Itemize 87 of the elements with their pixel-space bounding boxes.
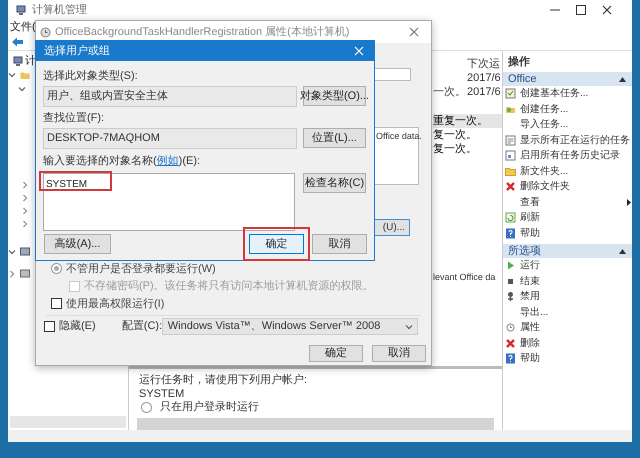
dialog-title: 选择用户或组: [44, 44, 111, 59]
action-item[interactable]: 帮助: [503, 226, 632, 241]
table-cell-text: 2017/6: [467, 84, 501, 100]
account-name: SYSTEM: [138, 387, 186, 400]
delete-icon: [505, 338, 516, 349]
dropdown[interactable]: Windows Vista™、Windows Server™ 2008: [162, 318, 418, 335]
dialog-button[interactable]: 取消: [312, 234, 367, 254]
device-icon: [20, 247, 30, 257]
checkbox[interactable]: [44, 321, 55, 332]
dialog-button[interactable]: 确定: [309, 345, 363, 362]
section-title: 所选项: [508, 244, 542, 259]
dialog-button[interactable]: 高级(A)...: [44, 234, 111, 254]
close-icon: [602, 5, 612, 15]
action-item[interactable]: 导入任务...: [503, 117, 632, 132]
action-item[interactable]: 显示所有正在运行的任务: [503, 132, 632, 148]
dialog-button[interactable]: 位置(L)...: [303, 128, 366, 148]
collapse-icon[interactable]: [619, 76, 626, 82]
option-label: 不存储密码(P)。该任务将只有访问本地计算机资源的权限。: [84, 278, 374, 294]
close-icon: [409, 27, 419, 37]
example-link[interactable]: 例如: [156, 152, 179, 170]
play-icon: [505, 260, 516, 272]
list-row[interactable]: 复一次。: [433, 142, 502, 156]
dialog-title: OfficeBackgroundTaskHandlerRegistration 属性(本地计算机): [55, 24, 350, 40]
task-icon: [505, 88, 516, 100]
list-row[interactable]: 重复一次。: [433, 114, 502, 128]
action-item[interactable]: 帮助: [503, 351, 632, 366]
chevron-down-icon: [405, 322, 413, 330]
action-item[interactable]: 新文件夹...: [503, 164, 632, 179]
dialog-button[interactable]: 检查名称(C): [303, 173, 366, 193]
folder-icon: [20, 70, 30, 80]
menu-item[interactable]: 文件(: [10, 18, 36, 36]
option-label: 不管用户是否登录都要运行(W): [66, 262, 216, 276]
label-text: 运行任务时，请使用下列用户帐户:: [138, 372, 308, 386]
text-field[interactable]: 用户、组或内置安全主体: [43, 86, 297, 107]
close-button[interactable]: [352, 44, 366, 58]
tree-item[interactable]: 计: [25, 52, 36, 70]
field-label: 配置(C):: [122, 319, 162, 334]
action-item[interactable]: 禁用: [503, 289, 632, 304]
action-item[interactable]: 结束: [503, 274, 632, 289]
option-label: 隐藏(E): [59, 318, 97, 334]
dialog-button[interactable]: 确定: [249, 234, 304, 254]
maximize-icon: [576, 5, 586, 15]
radio-button[interactable]: [51, 263, 62, 274]
delete-icon: [505, 181, 516, 192]
column-header[interactable]: 下次运: [467, 56, 500, 72]
action-item[interactable]: 启用所有任务历史记录: [503, 148, 632, 164]
collapse-icon[interactable]: [619, 248, 626, 254]
computer-icon: [13, 56, 23, 66]
action-item[interactable]: 删除: [503, 336, 632, 351]
dialog-button[interactable]: 取消: [372, 345, 426, 362]
table-cell-text: 2017/6: [467, 70, 501, 86]
section-header[interactable]: 所选项: [503, 244, 632, 258]
table-cell-text: 一次。: [433, 84, 467, 100]
action-item[interactable]: 导出...: [503, 304, 632, 320]
section-header[interactable]: Office: [503, 72, 632, 86]
chevron-right-icon[interactable]: [8, 270, 16, 278]
action-item[interactable]: 创建基本任务...: [503, 86, 632, 102]
panel-title: 操作: [506, 54, 531, 70]
folder-icon: [505, 166, 516, 177]
option-label: 使用最高权限运行(I): [66, 296, 164, 312]
checkbox[interactable]: [51, 298, 62, 310]
section-title: Office: [508, 72, 538, 87]
horizontal-scrollbar[interactable]: [137, 418, 494, 430]
close-icon: [354, 46, 364, 56]
field-label: 选择此对象类型(S):: [43, 69, 139, 83]
action-item[interactable]: 查看: [503, 194, 632, 210]
field-label: 查找位置(F):: [43, 111, 106, 125]
clock-icon: [40, 26, 51, 38]
radio-button[interactable]: [141, 402, 152, 412]
action-item[interactable]: 刷新: [503, 210, 632, 226]
action-item[interactable]: 属性: [503, 320, 632, 336]
refresh-icon: [505, 212, 516, 224]
action-item[interactable]: 删除文件夹: [503, 179, 632, 194]
description-text: levant Office da: [433, 271, 496, 284]
option-label: 只在用户登录时运行: [160, 400, 259, 415]
close-button[interactable]: [407, 25, 421, 39]
list-row[interactable]: 复一次。: [433, 128, 502, 142]
chevron-down-icon[interactable]: [8, 248, 16, 256]
back-arrow-icon[interactable]: [12, 37, 23, 47]
action-item[interactable]: 创建任务...: [503, 102, 632, 117]
clock-icon: [505, 322, 516, 334]
computer-icon: [16, 4, 27, 16]
device-icon: [20, 269, 30, 279]
horizontal-scrollbar[interactable]: [10, 416, 126, 428]
text-field[interactable]: DESKTOP-7MAQHOM: [43, 128, 297, 149]
window-title: 计算机管理: [32, 2, 87, 18]
action-item[interactable]: 运行: [503, 258, 632, 274]
